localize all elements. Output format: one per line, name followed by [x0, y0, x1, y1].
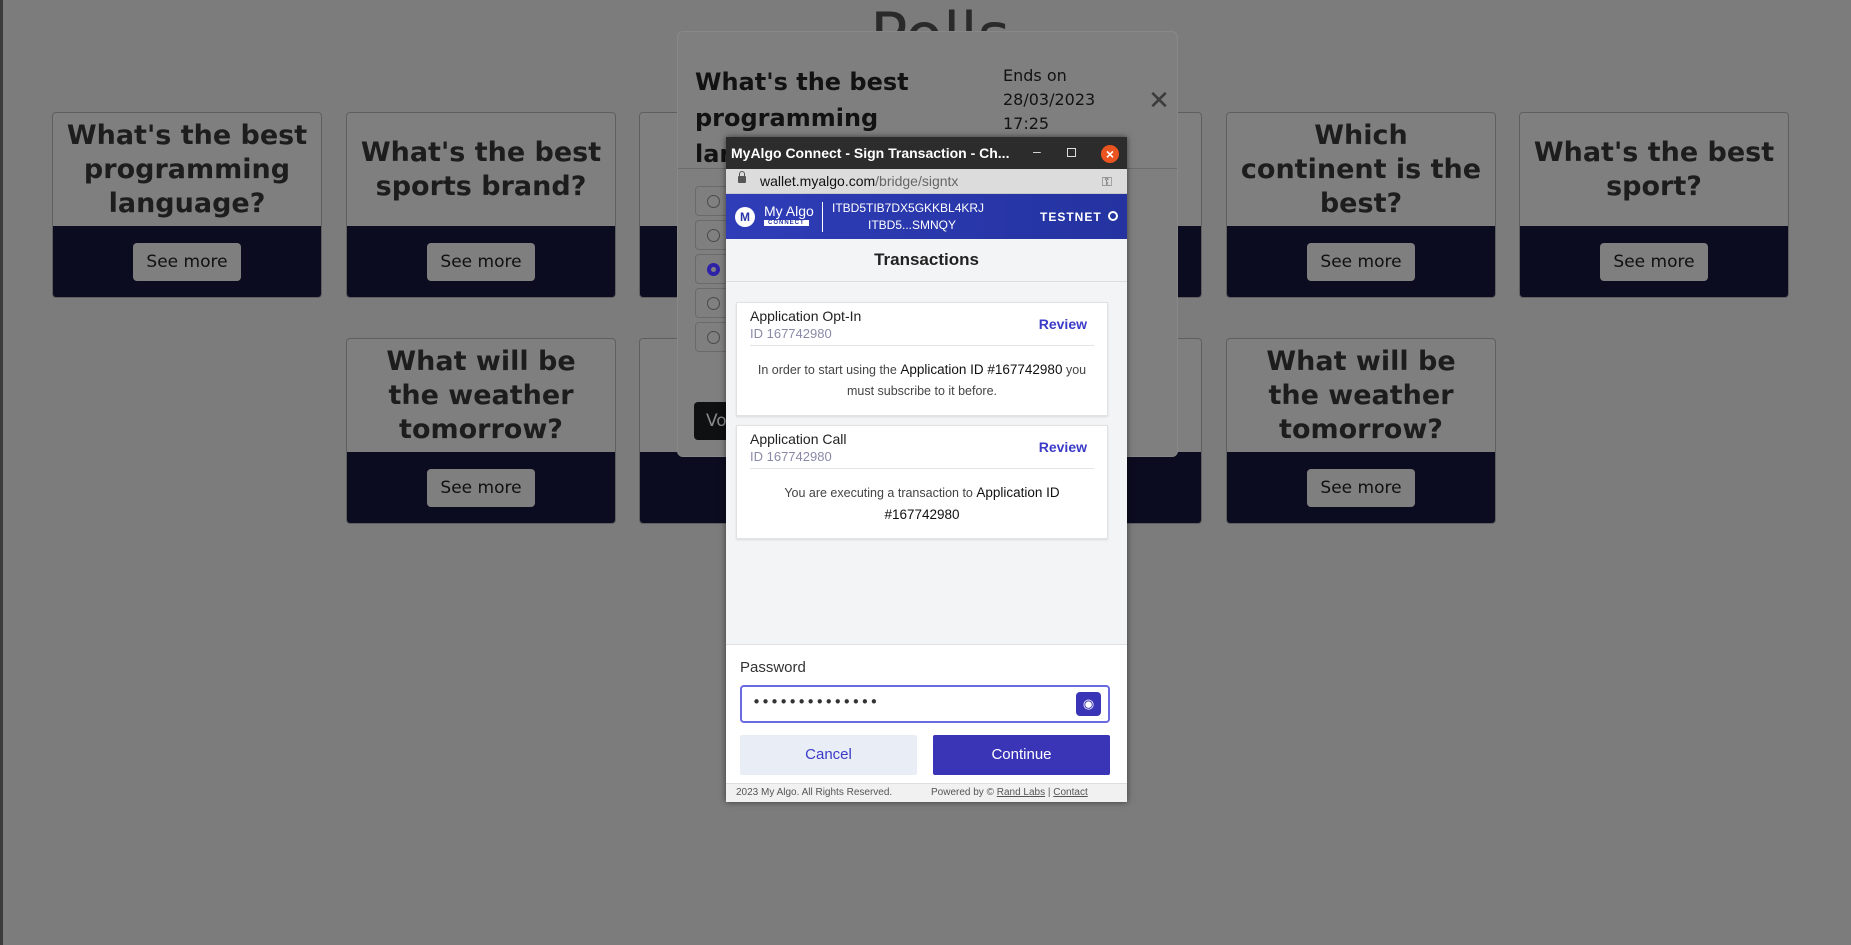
randlabs-link[interactable]: Rand Labs	[997, 787, 1045, 798]
see-more-button[interactable]: See more	[1600, 242, 1708, 281]
window-title: MyAlgo Connect - Sign Transaction - Ch..…	[731, 145, 1010, 161]
popup-footer: 2023 My Algo. All Rights Reserved. Power…	[726, 783, 1127, 802]
poll-card: What will be the weather tomorrow? See m…	[346, 338, 616, 524]
see-more-button[interactable]: See more	[1307, 242, 1415, 281]
poll-card: Which continent is the best? See more	[1226, 112, 1496, 298]
lock-icon	[738, 171, 746, 183]
brand-divider	[822, 202, 823, 232]
poll-card-title: What's the best sports brand?	[360, 136, 602, 202]
poll-card: What's the best sports brand? See more	[346, 112, 616, 298]
network-status-icon	[1108, 211, 1118, 221]
window-titlebar[interactable]: MyAlgo Connect - Sign Transaction - Ch..…	[726, 137, 1127, 169]
footer-copyright: 2023 My Algo. All Rights Reserved.	[736, 787, 893, 798]
password-input[interactable]: ••••••••••••••	[740, 685, 1110, 723]
wallet-header: M My Algo CONNECT ITBD5TIB7DX5GKKBL4KRJ …	[726, 194, 1127, 239]
transaction-card: Application Opt-In ID 167742980 Review I…	[736, 302, 1108, 416]
poll-card-title: What's the best programming language?	[66, 119, 308, 219]
transaction-name: Application Opt-In	[750, 308, 862, 324]
continue-button[interactable]: Continue	[933, 735, 1110, 775]
key-icon[interactable]: ⚿	[1102, 174, 1112, 190]
transaction-id: ID 167742980	[750, 449, 832, 464]
myalgo-logo-icon: M	[735, 207, 755, 227]
transaction-card: Application Call ID 167742980 Review You…	[736, 425, 1108, 539]
transaction-description: You are executing a transaction to Appli…	[784, 485, 1060, 522]
account-address: ITBD5TIB7DX5GKKBL4KRJ	[832, 201, 985, 215]
contact-link[interactable]: Contact	[1053, 787, 1087, 798]
see-more-button[interactable]: See more	[427, 468, 535, 507]
network-label: TESTNET	[1040, 210, 1102, 224]
poll-card-title: What will be the weather tomorrow?	[386, 345, 576, 445]
url-bar: wallet.myalgo.com/bridge/signtx ⚿	[726, 169, 1127, 194]
window-close-icon[interactable]: ×	[1101, 145, 1119, 163]
poll-card: What's the best programming language? Se…	[52, 112, 322, 298]
radio-button[interactable]	[707, 297, 720, 310]
myalgo-popup-window: MyAlgo Connect - Sign Transaction - Ch..…	[726, 137, 1127, 802]
brand-sub: CONNECT	[764, 220, 809, 226]
password-label: Password	[740, 659, 806, 676]
footer-powered: Powered by © Rand Labs | Contact	[931, 787, 1088, 798]
cancel-button[interactable]: Cancel	[740, 735, 917, 775]
transaction-id: ID 167742980	[750, 326, 832, 341]
brand-name: My Algo	[764, 203, 814, 219]
modal-end-date: Ends on 28/03/2023 17:25	[1003, 66, 1096, 133]
poll-card-title: What will be the weather tomorrow?	[1266, 345, 1456, 445]
close-icon[interactable]: ✕	[1144, 86, 1174, 116]
maximize-icon[interactable]	[1067, 148, 1076, 157]
radio-button[interactable]	[707, 229, 720, 242]
transaction-description: In order to start using the Application …	[757, 362, 1087, 398]
see-more-button[interactable]: See more	[133, 242, 241, 281]
poll-card: What will be the weather tomorrow? See m…	[1226, 338, 1496, 524]
eye-icon[interactable]: ◉	[1076, 692, 1101, 716]
radio-button[interactable]	[707, 331, 720, 344]
see-more-button[interactable]: See more	[1307, 468, 1415, 507]
transactions-title: Transactions	[726, 239, 1127, 282]
review-button[interactable]: Review	[1039, 439, 1087, 455]
poll-card-title: Which continent is the best?	[1240, 119, 1482, 219]
review-button[interactable]: Review	[1039, 316, 1087, 332]
password-section: Password •••••••••••••• ◉ Cancel Continu…	[726, 644, 1127, 785]
page-edge	[0, 0, 3, 945]
poll-card: What's the best sport? See more	[1519, 112, 1789, 298]
account-address-short: ITBD5...SMNQY	[868, 218, 957, 232]
radio-button[interactable]	[707, 195, 720, 208]
transaction-name: Application Call	[750, 431, 847, 447]
minimize-icon[interactable]: –	[1033, 143, 1047, 159]
radio-button-selected[interactable]	[707, 263, 720, 276]
poll-card-title: What's the best sport?	[1533, 136, 1775, 202]
see-more-button[interactable]: See more	[427, 242, 535, 281]
url-text: wallet.myalgo.com/bridge/signtx	[760, 173, 959, 189]
